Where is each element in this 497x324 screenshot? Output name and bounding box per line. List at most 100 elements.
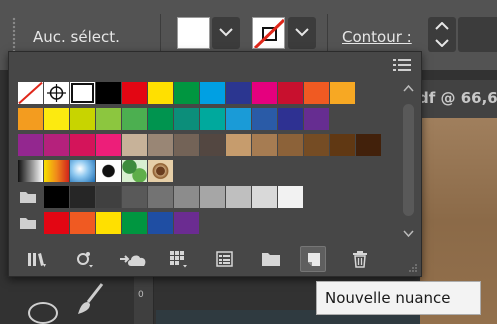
drag-grip[interactable] (12, 17, 16, 55)
color-group-button[interactable] (211, 246, 237, 272)
gradient-swatch[interactable] (18, 160, 43, 182)
color-swatch[interactable] (226, 82, 251, 104)
color-swatch[interactable] (174, 108, 199, 130)
color-swatch[interactable] (278, 82, 303, 104)
color-swatch[interactable] (70, 108, 95, 130)
color-swatch[interactable] (174, 134, 199, 156)
ellipse-tool-icon[interactable] (28, 302, 58, 324)
color-swatch[interactable] (278, 134, 303, 156)
cloud-libraries-icon (120, 255, 146, 266)
pattern-swatch[interactable] (96, 160, 121, 182)
swatch-row (18, 82, 356, 104)
color-group-folder-icon[interactable] (18, 186, 40, 208)
color-swatch[interactable] (148, 186, 173, 208)
color-swatch[interactable] (148, 108, 173, 130)
color-swatch[interactable] (70, 134, 95, 156)
color-swatch[interactable] (252, 108, 277, 130)
color-swatch[interactable] (304, 108, 329, 130)
color-swatch[interactable] (356, 134, 381, 156)
pattern-swatch[interactable] (148, 160, 173, 182)
resize-grip-icon[interactable] (408, 263, 418, 273)
cloud-libraries-button[interactable] (115, 246, 151, 272)
fill-dropdown-button[interactable] (212, 17, 240, 49)
new-swatch-button[interactable] (300, 246, 326, 272)
gradient-swatch[interactable] (44, 160, 69, 182)
color-swatch[interactable] (148, 82, 173, 104)
color-swatch[interactable] (330, 82, 355, 104)
color-swatch[interactable] (252, 134, 277, 156)
swatch-scrollbar[interactable] (401, 82, 416, 242)
color-swatch[interactable] (200, 186, 225, 208)
color-swatch[interactable] (304, 134, 329, 156)
color-swatch[interactable] (44, 134, 69, 156)
color-swatch[interactable] (122, 186, 147, 208)
new-group-button[interactable] (257, 246, 283, 272)
color-swatch[interactable] (122, 134, 147, 156)
color-swatch[interactable] (44, 108, 69, 130)
chevron-down-icon (219, 28, 233, 37)
stroke-weight-stepper[interactable] (428, 17, 456, 52)
delete-button[interactable] (347, 246, 373, 272)
color-swatch[interactable] (200, 108, 225, 130)
stroke-color-swatch[interactable] (252, 17, 285, 49)
color-swatch[interactable] (278, 108, 303, 130)
panel-menu-icon[interactable] (392, 58, 412, 74)
chevron-down-icon[interactable] (435, 38, 449, 47)
color-swatch[interactable] (200, 82, 225, 104)
color-swatch[interactable] (96, 82, 121, 104)
pattern-swatch[interactable] (122, 160, 147, 182)
color-swatch[interactable] (226, 134, 251, 156)
color-swatch[interactable] (70, 186, 95, 208)
stroke-dropdown-button[interactable] (288, 17, 316, 49)
color-swatch[interactable] (174, 212, 199, 234)
tooltip: Nouvelle nuance (316, 281, 481, 315)
scroll-up-icon[interactable] (403, 84, 414, 92)
color-swatch[interactable] (96, 108, 121, 130)
color-swatch[interactable] (122, 212, 147, 234)
color-swatch[interactable] (330, 134, 355, 156)
folder-icon (262, 253, 280, 266)
white-swatch[interactable] (70, 82, 95, 104)
color-swatch[interactable] (278, 186, 303, 208)
swatch-options-button[interactable] (165, 246, 191, 272)
chevron-up-icon[interactable] (435, 22, 449, 31)
color-swatch[interactable] (122, 108, 147, 130)
show-kind-icon (77, 252, 93, 268)
color-swatch[interactable] (18, 108, 43, 130)
color-swatch[interactable] (304, 82, 329, 104)
stroke-weight-input[interactable] (458, 17, 497, 52)
color-swatch[interactable] (44, 186, 69, 208)
color-swatch[interactable] (148, 212, 173, 234)
scroll-down-icon[interactable] (403, 230, 414, 238)
color-swatch[interactable] (44, 212, 69, 234)
color-swatch[interactable] (96, 186, 121, 208)
color-swatch[interactable] (252, 186, 277, 208)
show-kind-button[interactable] (71, 246, 97, 272)
scroll-thumb[interactable] (403, 104, 414, 216)
color-swatch[interactable] (96, 212, 121, 234)
paintbrush-tool-icon[interactable] (76, 282, 106, 316)
color-swatch[interactable] (174, 186, 199, 208)
color-swatch[interactable] (70, 212, 95, 234)
swatch-row (18, 108, 330, 130)
document-tab-title: df @ 66,6 (418, 89, 497, 107)
fill-color-swatch[interactable] (177, 17, 210, 49)
color-swatch[interactable] (252, 82, 277, 104)
color-swatch[interactable] (96, 134, 121, 156)
color-swatch[interactable] (122, 82, 147, 104)
color-swatch[interactable] (174, 82, 199, 104)
stroke-label[interactable]: Contour : (342, 28, 412, 46)
gradient-swatch[interactable] (70, 160, 95, 182)
color-swatch[interactable] (200, 134, 225, 156)
color-swatch[interactable] (226, 186, 251, 208)
trash-icon (353, 251, 367, 268)
color-group-folder-icon[interactable] (18, 212, 40, 234)
none-swatch[interactable] (18, 82, 43, 104)
swatch-libraries-button[interactable] (23, 246, 49, 272)
color-swatch[interactable] (226, 108, 251, 130)
color-swatch[interactable] (148, 134, 173, 156)
registration-swatch[interactable] (44, 82, 69, 104)
swatch-row (18, 212, 200, 234)
selection-label: Auc. sélect. (33, 28, 120, 46)
color-swatch[interactable] (18, 134, 43, 156)
